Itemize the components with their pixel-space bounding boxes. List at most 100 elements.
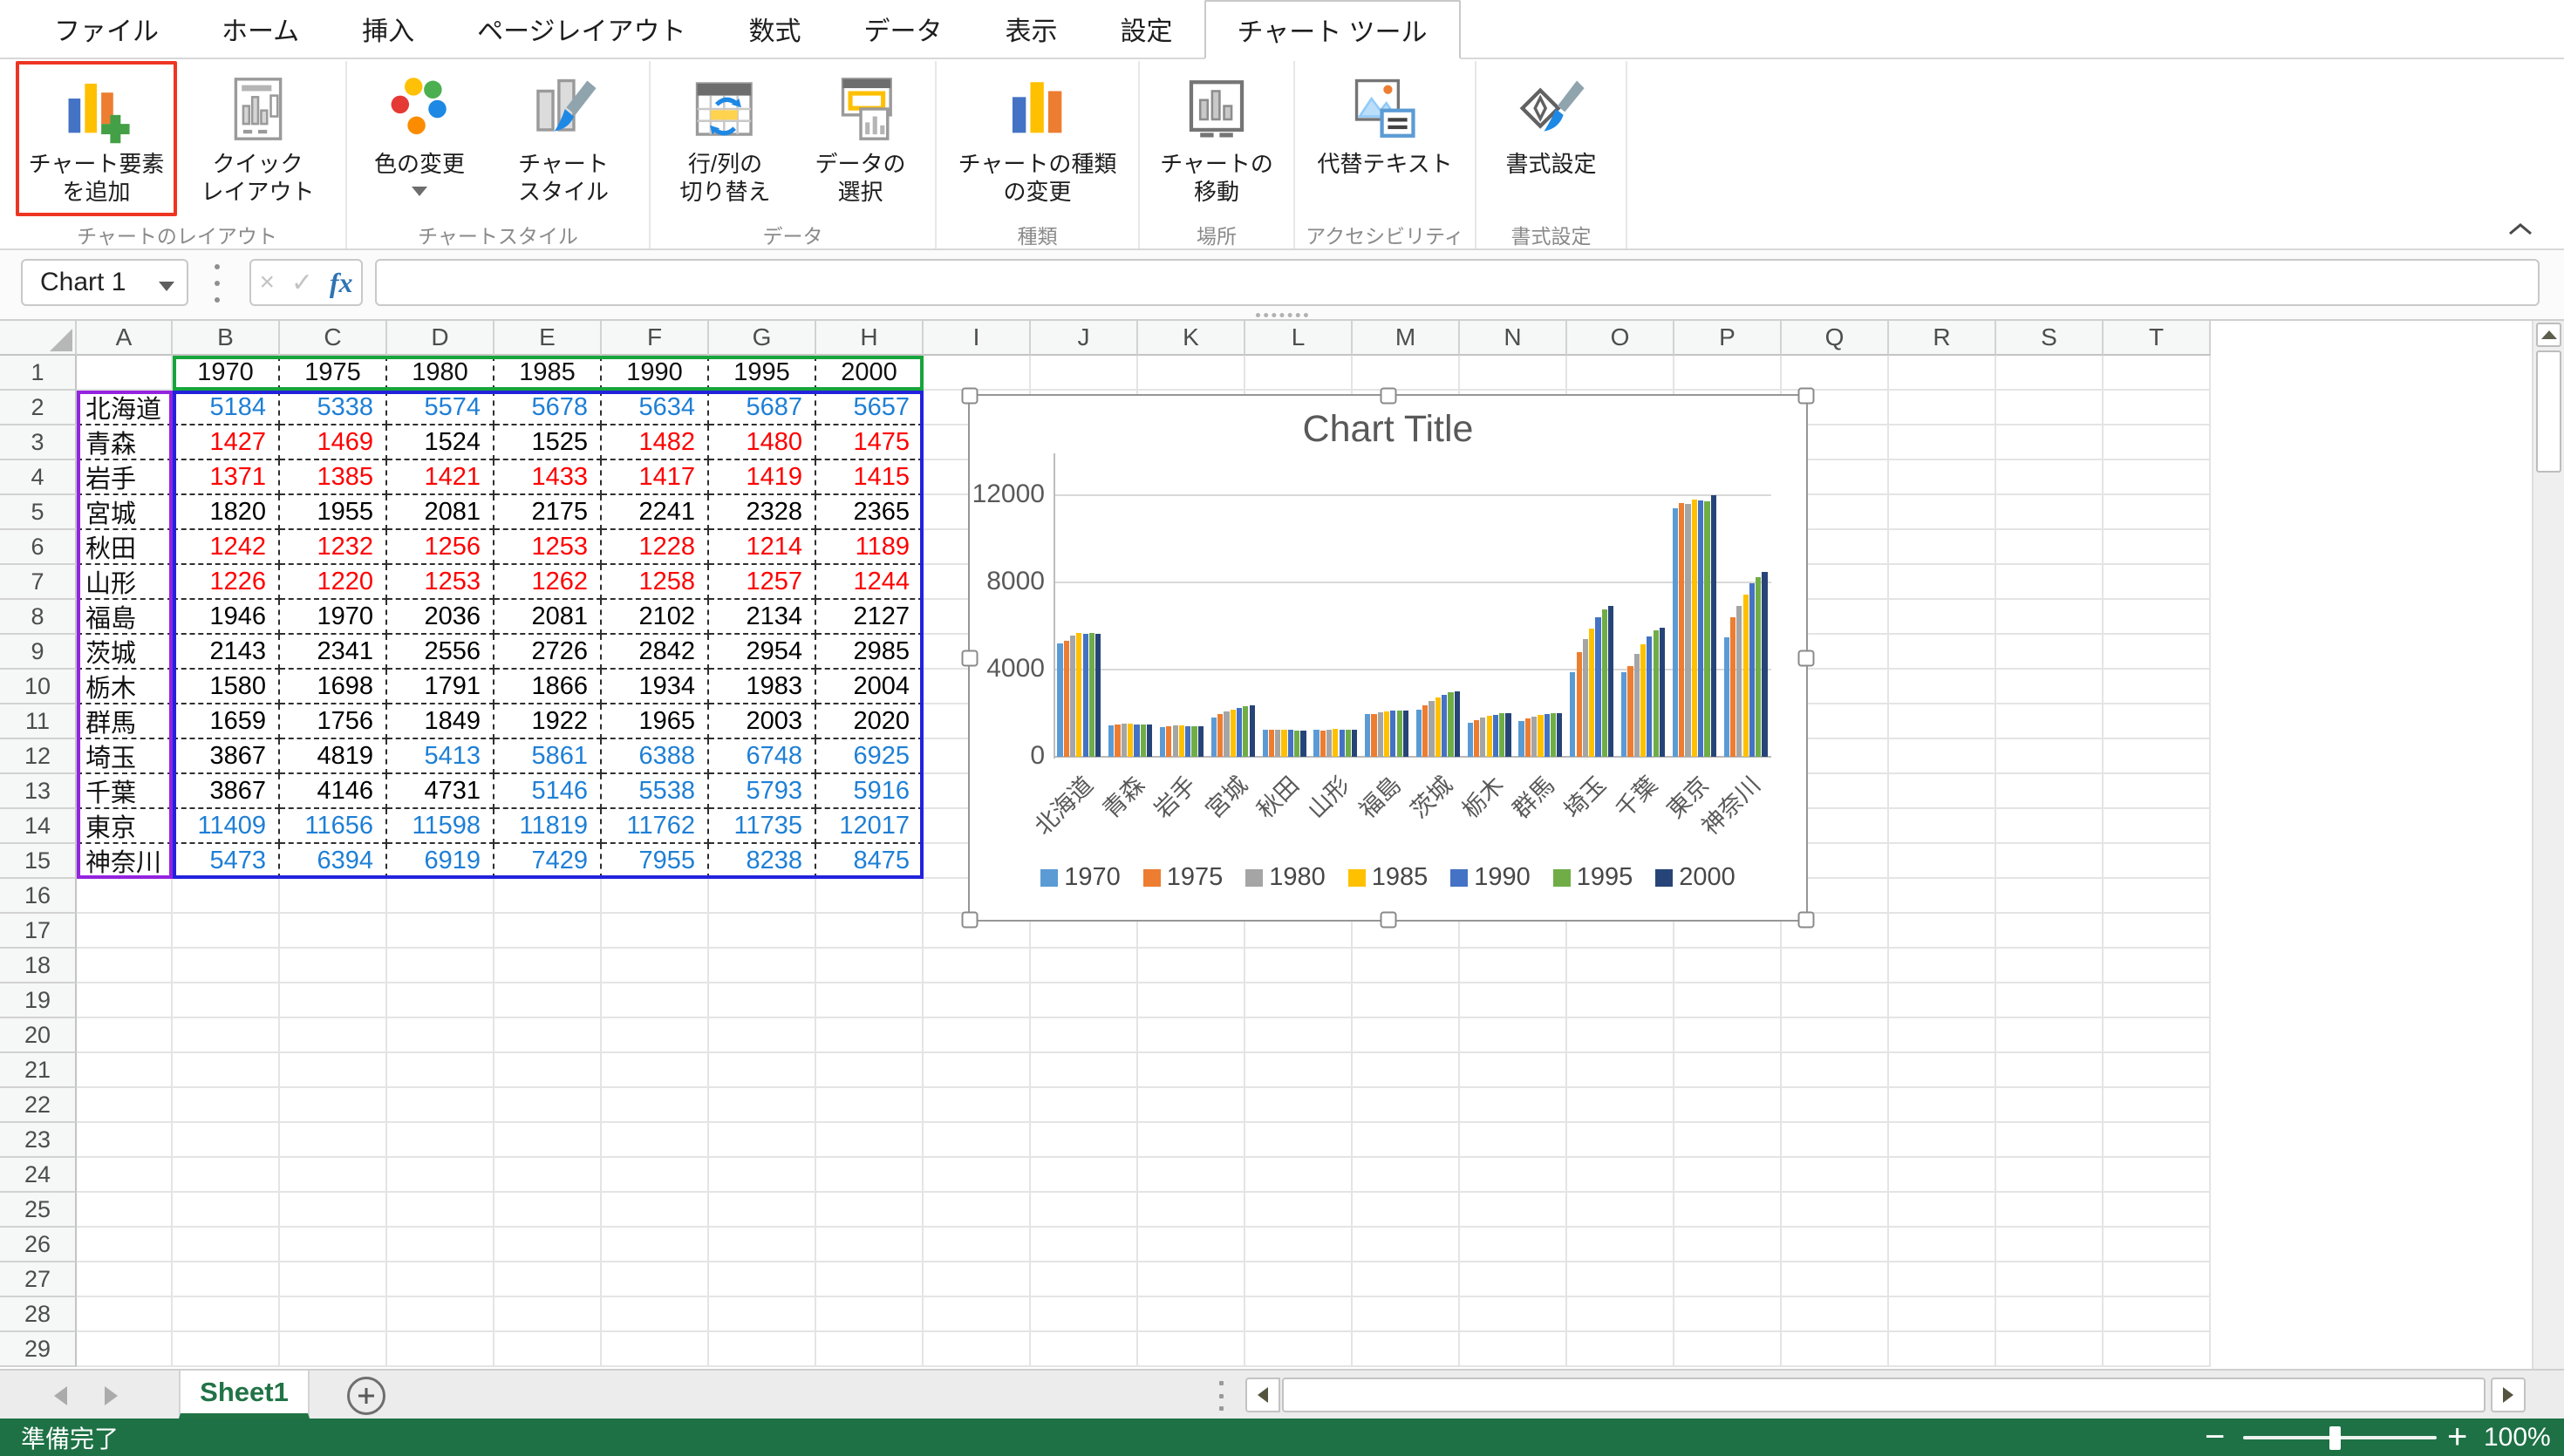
cell-E7[interactable]: 1262	[494, 565, 602, 600]
name-box-dropdown-icon[interactable]	[159, 282, 174, 291]
chart-bar-1980[interactable]	[1173, 725, 1178, 757]
scroll-right-icon[interactable]	[2491, 1378, 2526, 1412]
chart-bar-1985[interactable]	[1231, 710, 1236, 757]
cell-E18[interactable]	[494, 949, 602, 983]
cell-R12[interactable]	[1889, 739, 1996, 774]
chart-resize-handle[interactable]	[962, 912, 979, 929]
cell-C22[interactable]	[280, 1088, 387, 1123]
cell-R21[interactable]	[1889, 1053, 1996, 1088]
cell-B10[interactable]: 1580	[173, 670, 280, 704]
cell-Q28[interactable]	[1782, 1297, 1889, 1332]
cell-I28[interactable]	[924, 1297, 1031, 1332]
cell-D25[interactable]	[387, 1193, 494, 1228]
cell-G10[interactable]: 1983	[709, 670, 816, 704]
row-header-5[interactable]: 5	[0, 495, 77, 530]
col-header-E[interactable]: E	[494, 321, 602, 356]
cell-Q21[interactable]	[1782, 1053, 1889, 1088]
cell-S9[interactable]	[1996, 635, 2104, 670]
cell-N20[interactable]	[1460, 1018, 1567, 1053]
cell-E29[interactable]	[494, 1332, 602, 1367]
cell-B7[interactable]: 1226	[173, 565, 280, 600]
cell-I23[interactable]	[924, 1123, 1031, 1158]
cell-E17[interactable]	[494, 914, 602, 949]
cell-M23[interactable]	[1353, 1123, 1460, 1158]
cell-D21[interactable]	[387, 1053, 494, 1088]
col-header-H[interactable]: H	[816, 321, 924, 356]
cell-A3[interactable]: 青森	[77, 425, 173, 460]
cell-B12[interactable]: 3867	[173, 739, 280, 774]
cell-E12[interactable]: 5861	[494, 739, 602, 774]
chart-bar-1990[interactable]	[1083, 634, 1088, 757]
cell-B15[interactable]: 5473	[173, 844, 280, 879]
cell-E19[interactable]	[494, 983, 602, 1018]
cell-B25[interactable]	[173, 1193, 280, 1228]
cell-B20[interactable]	[173, 1018, 280, 1053]
zoom-level[interactable]: 100%	[2484, 1419, 2551, 1456]
chart-bar-1990[interactable]	[1647, 636, 1652, 757]
cell-S4[interactable]	[1996, 460, 2104, 495]
zoom-out-button[interactable]: −	[2205, 1419, 2225, 1456]
cell-B17[interactable]	[173, 914, 280, 949]
cell-F9[interactable]: 2842	[602, 635, 709, 670]
tab-insert[interactable]: 挿入	[331, 0, 446, 58]
chart-bar-1990[interactable]	[1493, 715, 1498, 757]
cell-F1[interactable]: 1990	[602, 356, 709, 391]
row-header-18[interactable]: 18	[0, 949, 77, 983]
cell-R16[interactable]	[1889, 879, 1996, 914]
cell-O21[interactable]	[1567, 1053, 1674, 1088]
alt-text-button[interactable]: 代替テキスト	[1302, 61, 1468, 216]
col-header-T[interactable]: T	[2104, 321, 2211, 356]
cell-A26[interactable]	[77, 1228, 173, 1262]
cell-A2[interactable]: 北海道	[77, 391, 173, 425]
cell-C10[interactable]: 1698	[280, 670, 387, 704]
chart-bar-1995[interactable]	[1602, 609, 1607, 757]
cell-S25[interactable]	[1996, 1193, 2104, 1228]
cell-L18[interactable]	[1245, 949, 1353, 983]
chart-bar-2000[interactable]	[1505, 713, 1510, 757]
cell-T27[interactable]	[2104, 1262, 2211, 1297]
chart-bar-1980[interactable]	[1275, 730, 1280, 757]
cell-I20[interactable]	[924, 1018, 1031, 1053]
cell-P24[interactable]	[1674, 1158, 1782, 1193]
cell-T10[interactable]	[2104, 670, 2211, 704]
cell-A11[interactable]: 群馬	[77, 704, 173, 739]
cell-S23[interactable]	[1996, 1123, 2104, 1158]
chart-bar-2000[interactable]	[1147, 725, 1152, 757]
cell-F29[interactable]	[602, 1332, 709, 1367]
chart-bar-2000[interactable]	[1762, 572, 1767, 757]
cell-O1[interactable]	[1567, 356, 1674, 391]
cell-K23[interactable]	[1138, 1123, 1245, 1158]
cell-E28[interactable]	[494, 1297, 602, 1332]
cell-K22[interactable]	[1138, 1088, 1245, 1123]
cell-F22[interactable]	[602, 1088, 709, 1123]
sheet-nav-right-icon[interactable]	[105, 1386, 118, 1405]
cell-D23[interactable]	[387, 1123, 494, 1158]
row-header-13[interactable]: 13	[0, 774, 77, 809]
cell-G19[interactable]	[709, 983, 816, 1018]
cell-G23[interactable]	[709, 1123, 816, 1158]
cell-H4[interactable]: 1415	[816, 460, 924, 495]
cell-T4[interactable]	[2104, 460, 2211, 495]
cell-T12[interactable]	[2104, 739, 2211, 774]
cell-T3[interactable]	[2104, 425, 2211, 460]
cell-C24[interactable]	[280, 1158, 387, 1193]
cell-T16[interactable]	[2104, 879, 2211, 914]
cell-F25[interactable]	[602, 1193, 709, 1228]
cell-H18[interactable]	[816, 949, 924, 983]
cell-N28[interactable]	[1460, 1297, 1567, 1332]
cell-D24[interactable]	[387, 1158, 494, 1193]
chart-bar-1995[interactable]	[1704, 501, 1709, 757]
cell-H29[interactable]	[816, 1332, 924, 1367]
cell-H24[interactable]	[816, 1158, 924, 1193]
cell-A24[interactable]	[77, 1158, 173, 1193]
cell-Q24[interactable]	[1782, 1158, 1889, 1193]
col-header-G[interactable]: G	[709, 321, 816, 356]
cell-B18[interactable]	[173, 949, 280, 983]
change-colors-button[interactable]: 色の変更	[354, 61, 485, 216]
add-sheet-button[interactable]	[347, 1377, 385, 1415]
cell-G3[interactable]: 1480	[709, 425, 816, 460]
cell-R19[interactable]	[1889, 983, 1996, 1018]
cell-F20[interactable]	[602, 1018, 709, 1053]
chart-bar-1985[interactable]	[1128, 724, 1133, 757]
cell-F21[interactable]	[602, 1053, 709, 1088]
